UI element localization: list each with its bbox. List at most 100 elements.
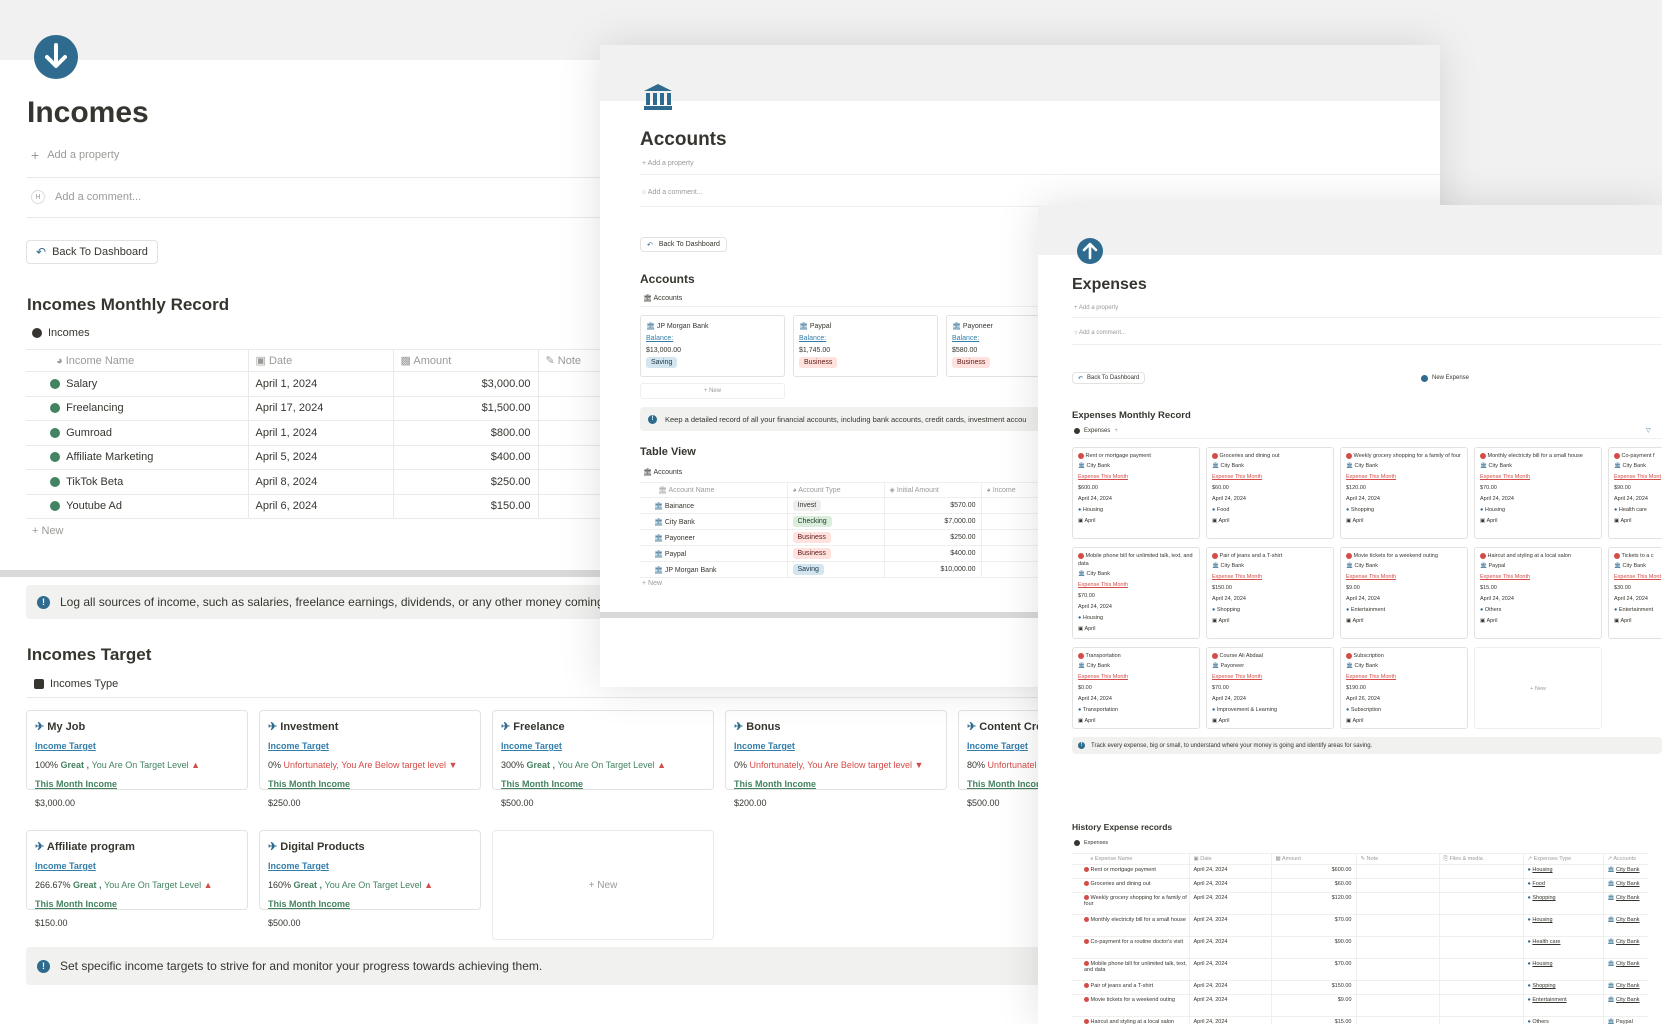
col-initial-amount[interactable]: ◈ Initial Amount bbox=[884, 482, 982, 498]
expense-icon bbox=[1084, 881, 1089, 887]
database-title[interactable]: Incomes bbox=[32, 327, 90, 339]
col-note[interactable]: ✎ Note bbox=[1356, 853, 1440, 865]
table-row[interactable]: 🏛 City Bank Checking $7,000.00 bbox=[640, 513, 1041, 530]
table-row[interactable]: 🏛 JP Morgan Bank Saving $10,000.00 bbox=[640, 561, 1041, 578]
incomes-table: ◕ Income Name ▣ Date ▩ Amount ✎ Note Sal… bbox=[26, 349, 618, 519]
health-icon: ● bbox=[1614, 507, 1618, 513]
expense-icon bbox=[1084, 939, 1089, 945]
expenses-history-table: ◕ Expense Name ▣ Date ▩ Amount ✎ Note ⎘ … bbox=[1072, 853, 1648, 1024]
table-row[interactable]: Mobile phone bill for unlimited talk, te… bbox=[1072, 958, 1648, 981]
plus-icon: + bbox=[703, 388, 708, 394]
col-income[interactable]: ◕ Income bbox=[981, 483, 1041, 498]
expense-card[interactable]: Monthly electricity bill for a small hou… bbox=[1474, 447, 1602, 539]
wallet-icon bbox=[34, 679, 44, 689]
target-card[interactable]: ✈ Digital Products Income Target 160% Gr… bbox=[259, 830, 481, 928]
subscription-icon: ● bbox=[1346, 707, 1350, 713]
cart-icon: ● bbox=[1212, 607, 1216, 613]
new-expense-button[interactable]: New Expense bbox=[1416, 372, 1475, 384]
account-card[interactable]: 🏛 JP Morgan Bank Balance: $13,000.00 Sav… bbox=[640, 315, 785, 377]
table-row[interactable]: Weekly grocery shopping for a family of … bbox=[1072, 892, 1648, 915]
col-account-name[interactable]: 🏛 Account Name bbox=[640, 482, 788, 498]
table-row[interactable]: Monthly electricity bill for a small hou… bbox=[1072, 914, 1648, 937]
expense-card[interactable]: Haircut and styling at a local salon 🏛 Pa… bbox=[1474, 547, 1602, 639]
account-card[interactable]: 🏛 Paypal Balance: $1,745.00 Business bbox=[793, 315, 938, 377]
new-row-button[interactable]: + New bbox=[32, 525, 64, 537]
table-row[interactable]: Gumroad April 1, 2024 $800.00 bbox=[26, 420, 618, 445]
col-files[interactable]: ⎘ Files & media bbox=[1439, 853, 1524, 865]
new-card-button[interactable]: + New bbox=[640, 383, 785, 399]
category-icon: ● bbox=[1527, 895, 1531, 901]
database-title[interactable]: 🏛 Accounts bbox=[643, 294, 682, 302]
expense-card[interactable]: Mobile phone bill for unlimited talk, te… bbox=[1072, 547, 1200, 639]
target-card[interactable]: ✈ My Job Income Target 100% Great , You … bbox=[26, 710, 248, 808]
target-card[interactable]: ✈ Bonus Income Target 0% Unfortunately, … bbox=[725, 710, 947, 808]
table-row[interactable]: Pair of jeans and a T-shirt April 24, 202… bbox=[1072, 980, 1648, 995]
comment-row[interactable]: ○ Add a comment... bbox=[1074, 330, 1126, 336]
bank-small-icon: 🏛 bbox=[1607, 867, 1615, 873]
add-property[interactable]: + Add a property bbox=[1074, 305, 1118, 311]
back-arrow-icon: ↶ bbox=[1078, 375, 1084, 382]
comment-row[interactable]: H Add a comment... bbox=[31, 190, 141, 204]
comment-row[interactable]: ○ Add a comment... bbox=[642, 189, 703, 196]
money-icon: ▩ bbox=[400, 355, 411, 367]
target-card[interactable]: ✈ Freelance Income Target 300% Great , Y… bbox=[492, 710, 714, 808]
target-icon: ✈ bbox=[268, 841, 278, 853]
info-icon: ! bbox=[37, 959, 50, 973]
table-row[interactable]: 🏛 Bainance Invest $570.00 bbox=[640, 497, 1041, 514]
calendar-icon: ▣ bbox=[1346, 618, 1352, 624]
database-title[interactable]: Expenses bbox=[1074, 840, 1108, 846]
table-row[interactable]: Co-payment for a routine doctor's visit A… bbox=[1072, 936, 1648, 959]
new-row-button[interactable]: + New bbox=[642, 580, 662, 587]
expense-card[interactable]: Weekly grocery shopping for a family of … bbox=[1340, 447, 1468, 539]
col-income-name[interactable]: ◕ Income Name bbox=[26, 349, 249, 372]
table-row[interactable]: Rent or mortgage payment April 24, 2024 $6… bbox=[1072, 864, 1648, 879]
calendar-icon: ▣ bbox=[1212, 718, 1218, 724]
target-card[interactable]: ✈ Affiliate program Income Target 266.67… bbox=[26, 830, 248, 928]
table-row[interactable]: Haircut and styling at a local salon Apri… bbox=[1072, 1016, 1648, 1024]
expense-card[interactable]: Rent or mortgage payment 🏛 City Bank Expen… bbox=[1072, 447, 1200, 539]
expense-card[interactable]: Tickets to a c 🏛 City Bank Expense This Mo… bbox=[1608, 547, 1662, 639]
back-to-dashboard-button[interactable]: ↶ Back To Dashboard bbox=[1072, 372, 1146, 384]
database-title[interactable]: Expenses + bbox=[1074, 428, 1118, 434]
expense-card[interactable]: Subscription 🏛 City Bank Expense This Mont… bbox=[1340, 647, 1468, 729]
database-title[interactable]: 🏛 Accounts bbox=[643, 468, 682, 476]
col-account-type[interactable]: ◕ Account Type bbox=[787, 482, 885, 498]
new-card-button[interactable]: + New bbox=[1474, 647, 1602, 729]
expense-card[interactable]: Movie tickets for a weekend outing 🏛 City… bbox=[1340, 547, 1468, 639]
table-row[interactable]: TikTok Beta April 8, 2024 $250.00 bbox=[26, 469, 618, 494]
table-row[interactable]: Affiliate Marketing April 5, 2024 $400.0… bbox=[26, 445, 618, 470]
new-card-button[interactable]: + New bbox=[492, 830, 714, 940]
target-card[interactable]: ✈ Investment Income Target 0% Unfortunat… bbox=[259, 710, 481, 808]
expense-icon bbox=[1084, 983, 1089, 989]
col-date[interactable]: ▣ Date bbox=[248, 349, 394, 372]
back-to-dashboard-button[interactable]: ↶ Back To Dashboard bbox=[26, 240, 158, 264]
filter-icon[interactable]: ▽ bbox=[1646, 427, 1651, 434]
expense-card[interactable]: Course Ali Abdaal 🏛 Payoneer Expense This … bbox=[1206, 647, 1334, 729]
expense-icon bbox=[1480, 552, 1486, 559]
plus-icon: + bbox=[1530, 686, 1534, 692]
table-row[interactable]: Groceries and dining out April 24, 2024 $6… bbox=[1072, 878, 1648, 893]
expense-icon bbox=[1078, 652, 1084, 659]
table-row[interactable]: 🏛 Payoneer Business $250.00 bbox=[640, 529, 1041, 546]
expense-card[interactable]: Co-payment f 🏛 City Bank Expense This Mont… bbox=[1608, 447, 1662, 539]
database-title[interactable]: Incomes Type bbox=[34, 678, 118, 690]
col-date[interactable]: ▣ Date bbox=[1189, 853, 1272, 865]
expense-card[interactable]: Transportation 🏛 City Bank Expense This Mo… bbox=[1072, 647, 1200, 729]
col-expense-name[interactable]: ◕ Expense Name bbox=[1072, 853, 1190, 865]
col-amount[interactable]: ▩ Amount bbox=[393, 349, 539, 372]
table-row[interactable]: Salary April 1, 2024 $3,000.00 bbox=[26, 371, 618, 396]
add-property[interactable]: + Add a property bbox=[31, 147, 119, 163]
col-amount[interactable]: ▩ Amount bbox=[1271, 853, 1357, 865]
expense-card[interactable]: Pair of jeans and a T-shirt 🏛 City Bank Ex… bbox=[1206, 547, 1334, 639]
bank-small-icon: 🏛 bbox=[1212, 663, 1219, 669]
divider bbox=[27, 697, 1047, 698]
expense-card[interactable]: Groceries and dining out 🏛 City Bank Expen… bbox=[1206, 447, 1334, 539]
col-expenses-type[interactable]: ↗ Expenses Type bbox=[1523, 853, 1604, 865]
add-property[interactable]: + Add a property bbox=[642, 160, 694, 167]
table-row[interactable]: Freelancing April 17, 2024 $1,500.00 bbox=[26, 396, 618, 421]
table-row[interactable]: 🏛 Paypal Business $400.00 bbox=[640, 545, 1041, 562]
back-to-dashboard-button[interactable]: ↶ Back To Dashboard bbox=[640, 237, 727, 252]
table-row[interactable]: Youtube Ad April 6, 2024 $150.00 bbox=[26, 494, 618, 519]
col-accounts[interactable]: ↗ Accounts bbox=[1603, 854, 1648, 865]
table-row[interactable]: Movie tickets for a weekend outing April … bbox=[1072, 994, 1648, 1017]
